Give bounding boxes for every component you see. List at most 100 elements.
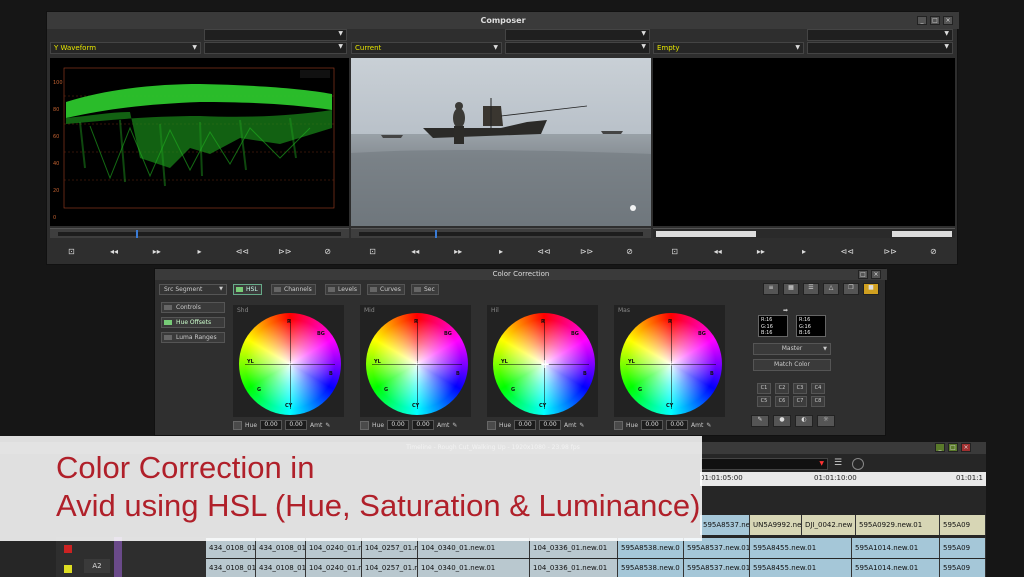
video-frame[interactable] <box>351 58 651 226</box>
warning-icon[interactable]: △ <box>823 283 839 295</box>
bypass-icon[interactable]: ⊘ <box>619 247 639 256</box>
rewind-icon[interactable]: ◂◂ <box>104 247 124 256</box>
timeline-clip[interactable]: 595A8455.new.01 <box>750 559 852 577</box>
c6-button[interactable]: C6 <box>775 396 789 407</box>
minimize-icon[interactable]: _ <box>917 16 927 25</box>
eyedropper-icon[interactable]: ✎ <box>452 422 457 429</box>
timeline-clip[interactable]: 595A1014.new.01 <box>852 559 940 577</box>
eyedropper-icon[interactable]: ✎ <box>706 422 711 429</box>
tab-sec[interactable]: Sec <box>411 284 439 295</box>
timeline-clip[interactable]: 104_0257_01.ne <box>362 538 418 558</box>
record-icon[interactable] <box>852 458 864 470</box>
side-item-hue-offsets[interactable]: Hue Offsets <box>161 317 225 328</box>
master-color-wheel[interactable]: R BG YL B G CY + <box>620 313 722 415</box>
play-icon[interactable]: ▸ <box>189 247 209 256</box>
bucket-icon[interactable]: ● <box>773 415 791 427</box>
side-item-luma-ranges[interactable]: Luma Ranges <box>161 332 225 343</box>
record-track-icon[interactable] <box>64 545 72 553</box>
rewind-icon[interactable]: ◂◂ <box>708 247 728 256</box>
fast-forward-icon[interactable]: ▸▸ <box>147 247 167 256</box>
adjust-icon[interactable]: ≡ <box>763 283 779 295</box>
master-menu[interactable]: Master ▼ <box>753 343 831 355</box>
timeline-clip[interactable]: 434_0108_01 <box>206 538 256 558</box>
eyedropper-icon[interactable]: ✎ <box>579 422 584 429</box>
list-icon[interactable]: ☰ <box>803 283 819 295</box>
timeline-clip[interactable]: 104_0336_01.new.01 <box>530 559 618 577</box>
midtones-color-wheel[interactable]: R BG YL B G CY + <box>366 313 468 415</box>
timeline-clip[interactable]: 595A8538.new.0 <box>618 559 684 577</box>
amt-value[interactable]: 0.00 <box>285 420 308 430</box>
tab-curves[interactable]: Curves <box>367 284 405 295</box>
c2-button[interactable]: C2 <box>775 383 789 394</box>
timeline-clip[interactable]: 104_0340_01.new.01 <box>418 538 530 558</box>
highlights-color-wheel[interactable]: R BG YL B G CY + <box>493 313 595 415</box>
timeline-clip[interactable]: 104_0240_01.ne <box>306 559 362 577</box>
center-monitor-info-2[interactable]: ▼ <box>505 42 650 54</box>
timeline-search-field[interactable]: ▼ <box>700 458 828 470</box>
enable-checkbox[interactable] <box>233 420 242 430</box>
c1-button[interactable]: C1 <box>757 383 771 394</box>
bypass-icon[interactable]: ⊘ <box>923 247 943 256</box>
time-ruler[interactable]: 01:01:05:00 01:01:10:00 01:01:1 <box>700 472 986 486</box>
right-position-bar[interactable] <box>653 228 955 238</box>
crosshair-icon[interactable]: + <box>540 358 550 370</box>
amt-value[interactable]: 0.00 <box>539 420 562 430</box>
timeline-clip[interactable]: 595A09 <box>940 538 986 558</box>
c4-button[interactable]: C4 <box>811 383 825 394</box>
timeline-clip[interactable]: DJI_0042.new <box>802 515 856 535</box>
crosshair-icon[interactable]: + <box>413 360 421 368</box>
waveform-monitor[interactable]: 100 80 60 40 20 0 <box>50 58 349 226</box>
timeline-clip[interactable]: 434_0108_01 <box>206 559 256 577</box>
timeline-clip[interactable]: 104_0336_01.new.01 <box>530 538 618 558</box>
match-color-button[interactable]: Match Color <box>753 359 831 371</box>
right-monitor-menu[interactable]: Empty ▼ <box>653 42 804 54</box>
enable-checkbox[interactable] <box>487 420 496 430</box>
hue-value[interactable]: 0.00 <box>641 420 664 430</box>
timeline-clip[interactable]: 595A09 <box>940 559 986 577</box>
fast-forward-icon[interactable]: ▸▸ <box>448 247 468 256</box>
hue-value[interactable]: 0.00 <box>514 420 537 430</box>
timeline-clip[interactable]: 595A8455.new.01 <box>750 538 852 558</box>
color-swatch-icon[interactable]: ■ <box>863 283 879 295</box>
next-edit-icon[interactable]: ⊳⊳ <box>577 247 597 256</box>
left-monitor-menu[interactable]: Y Waveform ▼ <box>50 42 201 54</box>
prev-edit-icon[interactable]: ⊲⊲ <box>837 247 857 256</box>
crosshair-icon[interactable]: + <box>286 360 294 368</box>
timeline-clip[interactable]: 595A0929.new.01 <box>856 515 940 535</box>
menu-icon[interactable]: ☰ <box>834 458 846 470</box>
track-a2[interactable]: A2 <box>84 559 110 573</box>
c3-button[interactable]: C3 <box>793 383 807 394</box>
maximize-icon[interactable]: □ <box>858 270 868 279</box>
timeline-clip[interactable]: 104_0257_01.ne <box>362 559 418 577</box>
tab-channels[interactable]: Channels <box>271 284 316 295</box>
rewind-icon[interactable]: ◂◂ <box>405 247 425 256</box>
maximize-icon[interactable]: □ <box>948 443 958 452</box>
tab-hsl[interactable]: HSL <box>233 284 262 295</box>
timeline-clip[interactable]: 595A8538.new.0 <box>618 538 684 558</box>
prev-edit-icon[interactable]: ⊲⊲ <box>534 247 554 256</box>
timeline-clip[interactable]: 434_0108_01 <box>256 559 306 577</box>
amt-value[interactable]: 0.00 <box>666 420 689 430</box>
mark-clip-icon[interactable]: ⊡ <box>665 247 685 256</box>
next-edit-icon[interactable]: ⊳⊳ <box>275 247 295 256</box>
play-icon[interactable]: ▸ <box>491 247 511 256</box>
close-icon[interactable]: × <box>961 443 971 452</box>
c8-button[interactable]: C8 <box>811 396 825 407</box>
enable-checkbox[interactable] <box>360 420 369 430</box>
timeline-clip[interactable]: 595A8537.new.01 <box>684 538 750 558</box>
timeline-clip[interactable]: 104_0240_01.ne <box>306 538 362 558</box>
left-monitor-info-2[interactable]: ▼ <box>204 42 347 54</box>
close-icon[interactable]: × <box>871 270 881 279</box>
close-icon[interactable]: × <box>943 16 953 25</box>
maximize-icon[interactable]: □ <box>930 16 940 25</box>
center-position-bar[interactable] <box>351 228 651 238</box>
play-icon[interactable]: ▸ <box>794 247 814 256</box>
timeline-clip[interactable]: UN5A9992.ne <box>750 515 802 535</box>
hue-value[interactable]: 0.00 <box>387 420 410 430</box>
timeline-clip[interactable]: 595A09 <box>940 515 986 535</box>
empty-monitor[interactable] <box>653 58 955 226</box>
eyedropper-icon[interactable]: ✎ <box>751 415 769 427</box>
copy-icon[interactable]: ❐ <box>843 283 859 295</box>
center-monitor-menu[interactable]: Current ▼ <box>351 42 502 54</box>
crosshair-icon[interactable]: + <box>667 360 675 368</box>
